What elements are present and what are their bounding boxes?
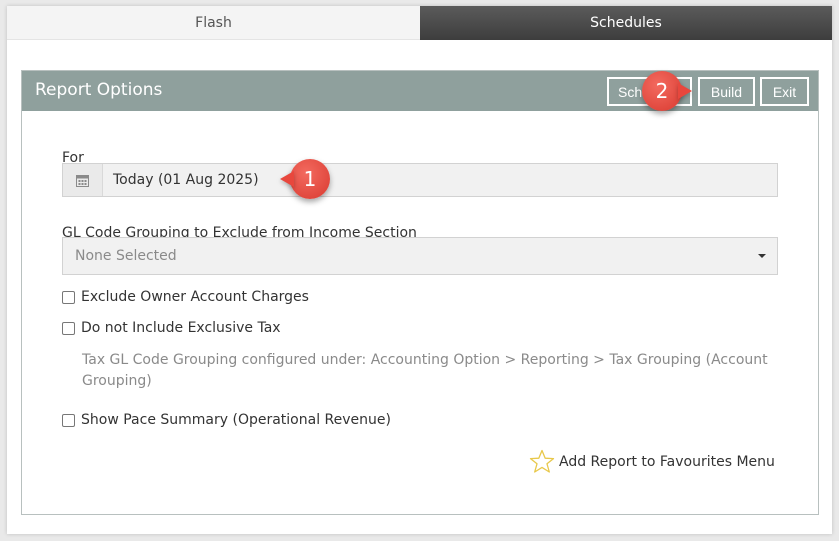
panel-title: Report Options [35, 80, 163, 100]
panel-header: Report Options Schedule Build Exit [22, 71, 818, 111]
pace-summary-option[interactable]: Show Pace Summary (Operational Revenue) [62, 412, 391, 428]
step-2-badge: 2 [642, 71, 682, 111]
date-value: Today (01 Aug 2025) [113, 172, 259, 188]
chevron-down-icon [758, 254, 766, 258]
step-1-callout: 1 [280, 159, 330, 199]
exclusive-tax-option[interactable]: Do not Include Exclusive Tax [62, 320, 281, 336]
exit-button[interactable]: Exit [760, 77, 809, 106]
gl-grouping-value: None Selected [75, 248, 177, 264]
report-options-panel: Report Options Schedule Build Exit For T… [21, 70, 819, 515]
callout-pointer [280, 171, 294, 187]
tab-flash[interactable]: Flash [7, 6, 420, 40]
date-range-field[interactable]: Today (01 Aug 2025) [62, 163, 778, 197]
step-2-callout: 2 [642, 71, 692, 111]
exclude-owner-charges-label: Exclude Owner Account Charges [81, 289, 309, 305]
exclude-owner-charges-checkbox[interactable] [62, 290, 75, 304]
exclusive-tax-checkbox[interactable] [62, 321, 75, 335]
build-button[interactable]: Build [698, 77, 755, 106]
report-window: Flash Schedules Report Options Schedule … [7, 6, 832, 534]
pace-summary-checkbox[interactable] [62, 413, 75, 427]
tax-grouping-help-text: Tax GL Code Grouping configured under: A… [82, 352, 768, 389]
add-to-favourites-label: Add Report to Favourites Menu [559, 453, 775, 470]
calendar-icon[interactable] [63, 164, 103, 196]
tab-bar: Flash Schedules [7, 6, 832, 40]
tab-schedules[interactable]: Schedules [420, 6, 832, 40]
exclude-owner-charges-option[interactable]: Exclude Owner Account Charges [62, 289, 309, 305]
pace-summary-label: Show Pace Summary (Operational Revenue) [81, 412, 391, 428]
gl-grouping-select[interactable]: None Selected [62, 237, 778, 275]
add-to-favourites-link[interactable]: Add Report to Favourites Menu [529, 449, 775, 474]
star-icon[interactable] [529, 449, 555, 474]
exclusive-tax-label: Do not Include Exclusive Tax [81, 320, 281, 336]
step-1-badge: 1 [290, 159, 330, 199]
callout-pointer [678, 83, 692, 99]
